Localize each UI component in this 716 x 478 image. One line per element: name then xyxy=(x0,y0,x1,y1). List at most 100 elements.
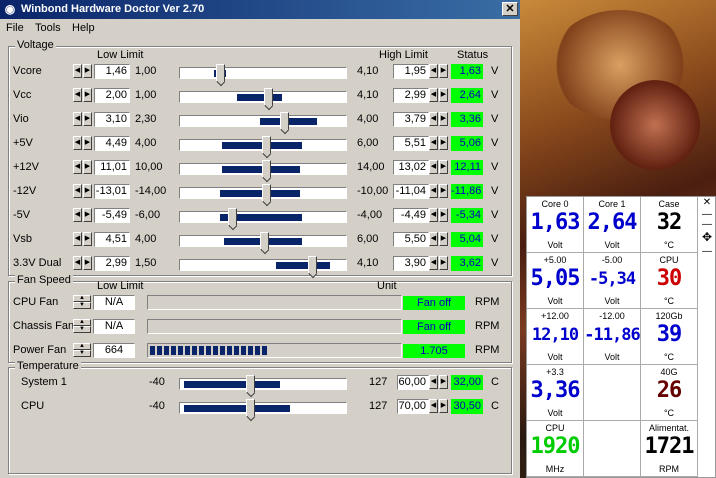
fan-low-limit-input[interactable]: N/A xyxy=(93,295,135,310)
slider-thumb[interactable] xyxy=(264,88,273,106)
low-increase-button[interactable]: ▶ xyxy=(83,112,92,126)
fan-low-spinner[interactable]: ▲ ▼ xyxy=(73,319,91,334)
temperature-range-slider[interactable] xyxy=(179,399,347,417)
high-increase-button[interactable]: ▶ xyxy=(439,88,448,102)
high-increase-button[interactable]: ▶ xyxy=(439,375,448,389)
voltage-range-slider[interactable] xyxy=(179,64,347,82)
low-limit-input[interactable]: 11,01 xyxy=(94,160,130,175)
low-limit-input[interactable]: 2,99 xyxy=(94,256,130,271)
voltage-range-slider[interactable] xyxy=(179,136,347,154)
slider-thumb[interactable] xyxy=(308,256,317,274)
spin-down-button[interactable]: ▼ xyxy=(73,326,91,333)
low-decrease-button[interactable]: ◀ xyxy=(73,232,82,246)
low-limit-input[interactable]: 4,51 xyxy=(94,232,130,247)
close-button[interactable]: ✕ xyxy=(502,2,518,16)
gadget-pin-icon[interactable]: — xyxy=(699,246,715,257)
high-limit-input[interactable]: 2,99 xyxy=(393,88,429,103)
low-increase-button[interactable]: ▶ xyxy=(83,256,92,270)
low-limit-input[interactable]: 1,46 xyxy=(94,64,130,79)
low-increase-button[interactable]: ▶ xyxy=(83,136,92,150)
fan-low-limit-input[interactable]: N/A xyxy=(93,319,135,334)
fan-low-spinner[interactable]: ▲ ▼ xyxy=(73,343,91,358)
menu-help[interactable]: Help xyxy=(72,22,95,34)
high-decrease-button[interactable]: ◀ xyxy=(429,208,438,222)
high-limit-input[interactable]: -4,49 xyxy=(393,208,429,223)
gadget-move-icon[interactable]: ✥ xyxy=(699,230,715,244)
low-limit-input[interactable]: -13,01 xyxy=(94,184,130,199)
high-increase-button[interactable]: ▶ xyxy=(439,64,448,78)
fan-low-spinner[interactable]: ▲ ▼ xyxy=(73,295,91,310)
voltage-range-slider[interactable] xyxy=(179,112,347,130)
low-decrease-button[interactable]: ◀ xyxy=(73,136,82,150)
high-limit-input[interactable]: -11,04 xyxy=(393,184,429,199)
low-limit-input[interactable]: 4,49 xyxy=(94,136,130,151)
high-decrease-button[interactable]: ◀ xyxy=(429,232,438,246)
low-increase-button[interactable]: ▶ xyxy=(83,64,92,78)
low-decrease-button[interactable]: ◀ xyxy=(73,88,82,102)
high-increase-button[interactable]: ▶ xyxy=(439,399,448,413)
low-increase-button[interactable]: ▶ xyxy=(83,160,92,174)
high-limit-input[interactable]: 5,51 xyxy=(393,136,429,151)
low-limit-input[interactable]: 2,00 xyxy=(94,88,130,103)
high-increase-button[interactable]: ▶ xyxy=(439,136,448,150)
high-increase-button[interactable]: ▶ xyxy=(439,232,448,246)
low-increase-button[interactable]: ▶ xyxy=(83,232,92,246)
high-limit-input[interactable]: 3,90 xyxy=(393,256,429,271)
high-decrease-button[interactable]: ◀ xyxy=(429,112,438,126)
slider-thumb[interactable] xyxy=(280,112,289,130)
low-increase-button[interactable]: ▶ xyxy=(83,208,92,222)
high-decrease-button[interactable]: ◀ xyxy=(429,136,438,150)
slider-thumb[interactable] xyxy=(228,208,237,226)
slider-thumb[interactable] xyxy=(246,399,255,417)
voltage-range-slider[interactable] xyxy=(179,184,347,202)
low-increase-button[interactable]: ▶ xyxy=(83,184,92,198)
title-bar[interactable]: ◉ Winbond Hardware Doctor Ver 2.70 ✕ xyxy=(0,0,520,19)
high-increase-button[interactable]: ▶ xyxy=(439,184,448,198)
slider-thumb[interactable] xyxy=(262,136,271,154)
voltage-range-slider[interactable] xyxy=(179,208,347,226)
low-limit-input[interactable]: 3,10 xyxy=(94,112,130,127)
temperature-high-input[interactable]: 60,00 xyxy=(397,375,429,390)
spin-down-button[interactable]: ▼ xyxy=(73,350,91,357)
low-decrease-button[interactable]: ◀ xyxy=(73,112,82,126)
spin-up-button[interactable]: ▲ xyxy=(73,295,91,302)
menu-tools[interactable]: Tools xyxy=(35,22,61,34)
low-limit-input[interactable]: -5,49 xyxy=(94,208,130,223)
high-decrease-button[interactable]: ◀ xyxy=(429,399,438,413)
slider-thumb[interactable] xyxy=(262,160,271,178)
low-decrease-button[interactable]: ◀ xyxy=(73,208,82,222)
low-decrease-button[interactable]: ◀ xyxy=(73,184,82,198)
spin-up-button[interactable]: ▲ xyxy=(73,319,91,326)
high-limit-input[interactable]: 5,50 xyxy=(393,232,429,247)
high-limit-input[interactable]: 13,02 xyxy=(393,160,429,175)
voltage-range-slider[interactable] xyxy=(179,256,347,274)
low-decrease-button[interactable]: ◀ xyxy=(73,160,82,174)
low-decrease-button[interactable]: ◀ xyxy=(73,64,82,78)
gadget-resize-icon[interactable]: — xyxy=(699,219,715,230)
high-increase-button[interactable]: ▶ xyxy=(439,256,448,270)
temperature-range-slider[interactable] xyxy=(179,375,347,393)
temperature-high-input[interactable]: 70,00 xyxy=(397,399,429,414)
high-increase-button[interactable]: ▶ xyxy=(439,160,448,174)
high-decrease-button[interactable]: ◀ xyxy=(429,64,438,78)
spin-down-button[interactable]: ▼ xyxy=(73,302,91,309)
voltage-range-slider[interactable] xyxy=(179,232,347,250)
high-decrease-button[interactable]: ◀ xyxy=(429,160,438,174)
voltage-range-slider[interactable] xyxy=(179,88,347,106)
voltage-range-slider[interactable] xyxy=(179,160,347,178)
slider-thumb[interactable] xyxy=(216,64,225,82)
low-increase-button[interactable]: ▶ xyxy=(83,88,92,102)
high-decrease-button[interactable]: ◀ xyxy=(429,256,438,270)
high-increase-button[interactable]: ▶ xyxy=(439,208,448,222)
high-decrease-button[interactable]: ◀ xyxy=(429,184,438,198)
high-limit-input[interactable]: 1,95 xyxy=(393,64,429,79)
high-decrease-button[interactable]: ◀ xyxy=(429,375,438,389)
low-decrease-button[interactable]: ◀ xyxy=(73,256,82,270)
slider-thumb[interactable] xyxy=(246,375,255,393)
slider-thumb[interactable] xyxy=(260,232,269,250)
menu-file[interactable]: File xyxy=(6,22,24,34)
high-increase-button[interactable]: ▶ xyxy=(439,112,448,126)
slider-thumb[interactable] xyxy=(262,184,271,202)
fan-low-limit-input[interactable]: 664 xyxy=(93,343,135,358)
gadget-close-icon[interactable]: ✕ xyxy=(699,197,715,208)
